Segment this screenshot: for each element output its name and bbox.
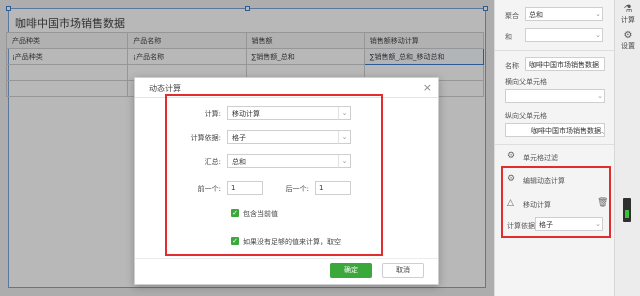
empty-if-insufficient-label: 如果没有足够的值来计算，取空 [243,238,341,246]
gear-icon: ⚙ [507,174,516,184]
include-current-label: 包含当前值 [243,210,278,218]
v-parent-value: 咖啡中国市场销售数据.产 [531,127,605,135]
chevron-down-icon: ⌄ [338,155,350,167]
gear-icon: ⚙ [623,30,633,41]
edit-dynamic-calc-link[interactable]: 编辑动态计算 [523,176,565,186]
report-canvas: 咖啡中国市场销售数据 产品种类 产品名称 销售额 销售额移动计算 ¡产品种类 ¡… [0,0,494,296]
name-label: 名称 [505,62,519,70]
h-parent-select[interactable]: ⌄ [505,89,605,103]
prev-label: 前一个: [197,185,221,193]
gear-icon: ⚙ [507,151,516,161]
moving-calc-label: 移动计算 [523,201,551,209]
chevron-down-icon: ⌄ [338,107,350,119]
basis-label-panel: 计算依据 [507,222,535,230]
trash-icon[interactable]: 🗑 [597,198,608,208]
status-indicator [623,198,631,222]
basis-value-panel: 格子 [539,221,553,229]
v-parent-label: 纵向父单元格 [505,112,547,120]
dialog-title: 动态计算 [149,84,181,93]
rail-calc[interactable]: ⚗ 计算 [615,4,640,25]
basis-select-value: 格子 [232,134,246,142]
summary-label: 汇总: [204,158,221,166]
aggregate-value: 总和 [529,11,543,19]
highlight-box: 计算: 移动计算 ⌄ 计算依据: 格子 ⌄ 汇总: 总和 ⌄ 前一个: 1 后一… [165,94,383,256]
cancel-button[interactable]: 取消 [382,263,424,278]
dialog-footer: 确定 取消 [135,258,438,284]
summary-select[interactable]: 总和 ⌄ [227,154,351,168]
properties-panel: 聚合 总和 ⌄ 和 ⌄ 名称 咖啡中国市场销售数据 横向父单元格 ⌄ 纵向父单元… [494,0,615,296]
dynamic-calc-dialog: 动态计算 × 计算: 移动计算 ⌄ 计算依据: 格子 ⌄ 汇总: 总和 ⌄ 前一… [134,77,439,285]
aggregate-select[interactable]: 总和 ⌄ [525,7,603,21]
calc-icon: ⚗ [623,4,633,15]
rail-settings[interactable]: ⚙ 设置 [615,30,640,51]
next-input[interactable]: 1 [315,181,351,195]
delta-icon: △ [507,198,514,208]
cell-filter-link[interactable]: 单元格过滤 [523,153,558,163]
chevron-down-icon: ⌄ [338,131,350,143]
empty-if-insufficient-checkbox[interactable]: ✓ [231,237,239,245]
calc-select[interactable]: 移动计算 ⌄ [227,106,351,120]
close-icon[interactable]: × [423,81,432,94]
rail-calc-label: 计算 [621,16,635,24]
basis-label: 计算依据: [190,134,221,142]
chevron-down-icon: ⌄ [595,10,601,18]
and-label: 和 [505,33,512,41]
calc-select-value: 移动计算 [232,110,260,118]
chevron-down-icon: ⌄ [595,31,601,39]
include-current-checkbox[interactable]: ✓ [231,209,239,217]
calc-label: 计算: [204,110,221,118]
chevron-down-icon: ⌄ [597,92,603,100]
divider [495,144,615,145]
and-select[interactable]: ⌄ [525,28,603,42]
basis-select[interactable]: 格子 ⌄ [227,130,351,144]
aggregate-label: 聚合 [505,12,519,20]
summary-select-value: 总和 [232,158,246,166]
ok-button[interactable]: 确定 [330,263,372,278]
h-parent-label: 横向父单元格 [505,78,547,86]
v-parent-select[interactable]: 咖啡中国市场销售数据.产 [505,123,605,137]
chevron-down-icon: ⌄ [595,220,601,228]
right-rail: ⚗ 计算 ⚙ 设置 [614,0,640,296]
rail-settings-label: 设置 [621,42,635,50]
basis-select-panel[interactable]: 格子 ⌄ [535,217,603,231]
next-label: 后一个: [285,185,309,193]
name-input[interactable]: 咖啡中国市场销售数据 [525,57,605,71]
divider [495,50,615,51]
